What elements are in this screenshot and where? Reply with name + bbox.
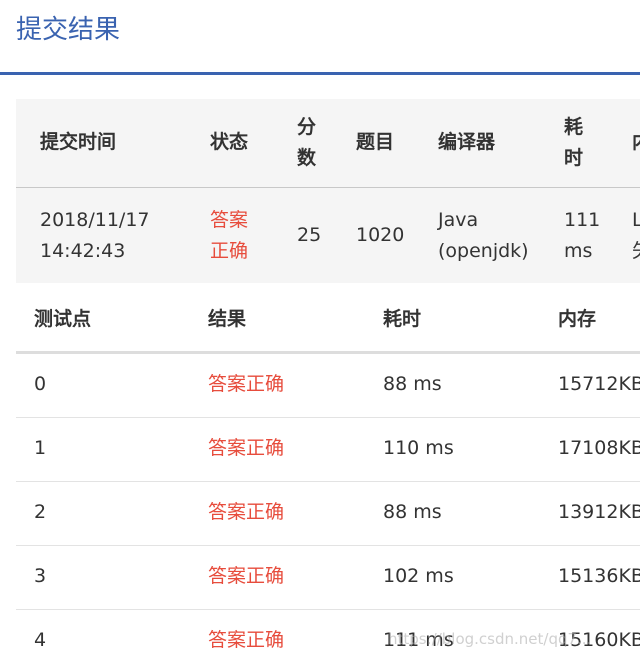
header-memory: 内 [632,127,640,158]
submit-date: 2018/11/17 [40,209,150,231]
header-cost-line1: 耗 [564,116,584,138]
test-point-id: 2 [34,501,47,523]
table-row: 0 答案正确 88 ms 15712KB [16,354,640,418]
test-result: 答案正确 [208,437,285,459]
header-test-point: 测试点 [34,308,92,330]
status-line2: 正确 [210,240,249,262]
title-divider [0,72,640,75]
header-result: 结果 [208,308,247,330]
table-row: 2 答案正确 88 ms 13912KB [16,482,640,546]
submission-result-page: 提交结果 提交时间 状态 分 数 题目 编译器 耗 时 内 2018/11/17… [0,0,640,664]
header-problem: 题目 [356,131,395,153]
header-score: 分 数 [297,112,333,174]
test-point-id: 3 [34,565,47,587]
cost-value: 111 ms [564,205,604,267]
status-line1: 答案 [210,209,249,231]
compiler-line2: (openjdk) [438,240,529,262]
score-value: 25 [297,224,322,246]
summary-header-row: 提交时间 状态 分 数 题目 编译器 耗 时 内 [16,99,640,188]
test-result: 答案正确 [208,373,285,395]
header-time: 耗时 [383,308,422,330]
test-points-table: 测试点 结果 耗时 内存 0 答案正确 88 ms 15712KB 1 答案正确… [16,285,640,664]
test-point-id: 4 [34,629,47,651]
memory-line2: 矢 [632,236,640,267]
test-memory: 13912KB [558,501,640,523]
header-submit-time: 提交时间 [40,131,117,153]
cost-line2: ms [564,240,593,262]
test-point-id: 0 [34,373,47,395]
test-memory: 17108KB [558,437,640,459]
submit-time-value: 2018/11/17 14:42:43 [40,205,180,267]
test-time: 88 ms [383,373,442,395]
test-time: 111 ms [383,629,454,651]
test-time: 102 ms [383,565,454,587]
test-time: 88 ms [383,501,442,523]
page-title: 提交结果 [16,15,121,45]
test-memory: 15712KB [558,373,640,395]
header-cost-line2: 时 [564,147,584,169]
test-result: 答案正确 [208,501,285,523]
test-memory: 15160KB [558,629,640,651]
summary-data-row: 2018/11/17 14:42:43 答案 正确 25 1020 Java (… [16,188,640,283]
header-compiler: 编译器 [438,131,496,153]
compiler-value: Java (openjdk) [438,205,548,267]
submission-summary-table: 提交时间 状态 分 数 题目 编译器 耗 时 内 2018/11/17 14:4… [16,99,640,283]
table-row: 4 答案正确 111 ms 15160KB [16,610,640,664]
status-value[interactable]: 答案 正确 [210,205,270,267]
header-score-line2: 数 [297,147,317,169]
compiler-line1: Java [438,209,479,231]
test-point-id: 1 [34,437,47,459]
header-status: 状态 [210,131,249,153]
test-result: 答案正确 [208,565,285,587]
table-row: 1 答案正确 110 ms 17108KB [16,418,640,482]
cost-line1: 111 [564,209,601,231]
header-score-line1: 分 [297,116,317,138]
problem-value[interactable]: 1020 [356,220,416,251]
submit-clock: 14:42:43 [40,240,126,262]
test-memory: 15136KB [558,565,640,587]
header-cost: 耗 时 [564,112,604,174]
test-result: 答案正确 [208,629,285,651]
memory-line1: L [632,209,640,231]
header-memory-usage: 内存 [558,308,597,330]
test-time: 110 ms [383,437,454,459]
memory-value: L 矢 [632,205,640,267]
table-row: 3 答案正确 102 ms 15136KB [16,546,640,610]
tests-header-row: 测试点 结果 耗时 内存 [16,285,640,354]
